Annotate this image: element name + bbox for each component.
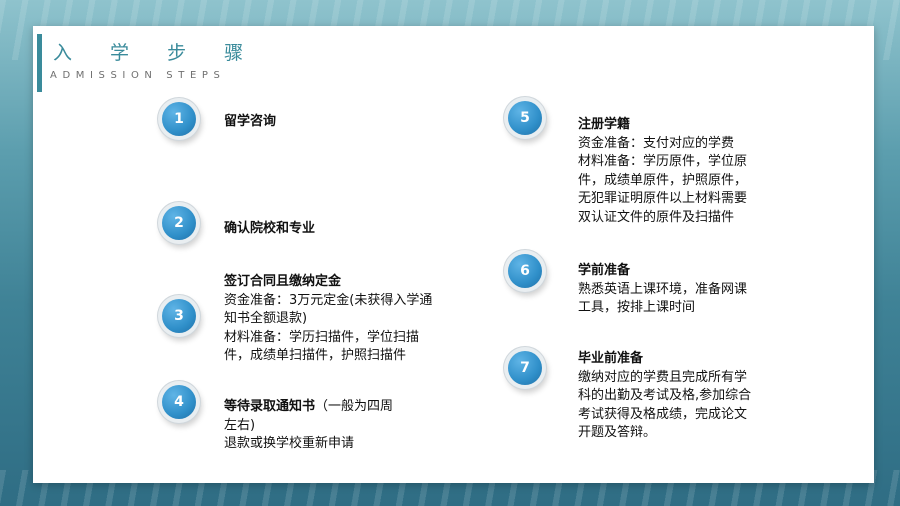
step-2-badge: 2 [162, 206, 196, 240]
step-7-text: 毕业前准备 缴纳对应的学费且完成所有学科的出勤及考试及格,参加综合考试获得及格成… [578, 350, 758, 443]
step-2-heading: 确认院校和专业 [224, 221, 316, 236]
step-4-heading: 等待录取通知书 [224, 399, 316, 414]
step-6-text: 学前准备 熟悉英语上课环境，准备网课工具，按排上课时间 [578, 262, 753, 318]
step-7-badge: 7 [508, 351, 542, 385]
step-1-badge: 1 [162, 102, 196, 136]
step-6-heading: 学前准备 [578, 263, 631, 278]
step-3-line-2: 材料准备：学历扫描件，学位扫描件，成绩单扫描件，护照扫描件 [224, 329, 420, 364]
page-title: 入 学 步 骤 [53, 42, 260, 64]
step-6-line-1: 熟悉英语上课环境，准备网课工具，按排上课时间 [578, 281, 748, 316]
step-5-badge: 5 [508, 101, 542, 135]
step-5-line-2: 材料准备：学历原件，学位原件，成绩单原件，护照原件，无犯罪证明原件以上材料需要双… [578, 154, 748, 225]
step-5-line-1: 资金准备：支付对应的学费 [578, 135, 735, 151]
step-3-heading: 签订合同且缴纳定金 [224, 274, 342, 289]
step-4-text: 等待录取通知书（一般为四周左右) 退款或换学校重新申请 [224, 398, 399, 454]
step-4-badge: 4 [162, 385, 196, 419]
page-subtitle: ADMISSION STEPS [50, 70, 226, 81]
title-accent-bar [37, 34, 42, 92]
step-3-line-1: 资金准备：3万元定金(未获得入学通知书全额退款) [224, 292, 433, 327]
step-3-text: 签订合同且缴纳定金 资金准备：3万元定金(未获得入学通知书全额退款) 材料准备：… [224, 273, 442, 366]
step-5-text: 注册学籍 资金准备：支付对应的学费 材料准备：学历原件，学位原件，成绩单原件，护… [578, 116, 748, 227]
step-3-badge: 3 [162, 299, 196, 333]
step-7-line-1: 缴纳对应的学费且完成所有学科的出勤及考试及格,参加综合考试获得及格成绩，完成论文… [578, 369, 752, 441]
step-2-text: 确认院校和专业 [224, 220, 444, 239]
step-6-badge: 6 [508, 254, 542, 288]
step-5-heading: 注册学籍 [578, 117, 631, 132]
step-1-heading: 留学咨询 [224, 114, 277, 129]
step-1-text: 留学咨询 [224, 113, 444, 132]
step-7-heading: 毕业前准备 [578, 351, 644, 366]
step-4-line-1: 退款或换学校重新申请 [224, 436, 355, 451]
